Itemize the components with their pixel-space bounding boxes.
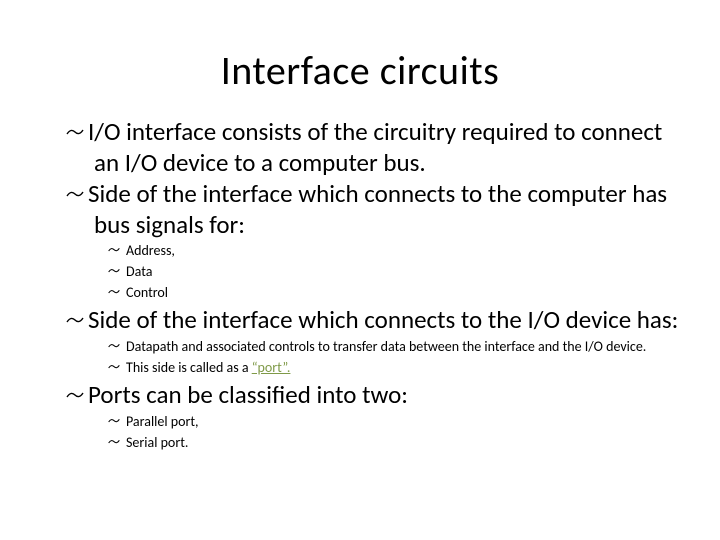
bullet-glyph-icon (108, 412, 126, 431)
bullet-level2: Parallel port, (40, 412, 680, 432)
bullet-glyph-icon (66, 306, 88, 336)
bullet-level1: Ports can be classified into two: (40, 380, 680, 411)
bullet-level1: Side of the interface which connects to … (40, 179, 680, 239)
port-term: “port”. (252, 359, 291, 376)
bullet-level2: Datapath and associated controls to tran… (40, 337, 680, 357)
slide: Interface circuits I/O interface consist… (0, 0, 720, 540)
bullet-level2: Serial port. (40, 433, 680, 453)
bullet-text: Side of the interface which connects to … (88, 304, 678, 335)
bullet-level2: Control (40, 283, 680, 303)
bullet-glyph-icon (108, 433, 126, 452)
bullet-glyph-icon (108, 262, 126, 281)
bullet-glyph-icon (108, 337, 126, 356)
bullet-level2: Data (40, 262, 680, 282)
bullet-level2: This side is called as a “port”. (40, 358, 680, 378)
bullet-text: Address, (126, 242, 175, 259)
bullet-glyph-icon (66, 381, 88, 411)
bullet-glyph-icon (66, 118, 88, 148)
bullet-text: Datapath and associated controls to tran… (126, 338, 646, 355)
bullet-text: Parallel port, (126, 413, 199, 430)
bullet-glyph-icon (108, 283, 126, 302)
bullet-text: Serial port. (126, 434, 188, 451)
bullet-text: Control (126, 284, 168, 301)
bullet-text-pre: This side is called as a (126, 359, 252, 376)
bullet-glyph-icon (108, 358, 126, 377)
bullet-glyph-icon (66, 180, 88, 210)
bullet-glyph-icon (108, 241, 126, 260)
bullet-text: Data (126, 263, 152, 280)
bullet-level2: Address, (40, 241, 680, 261)
bullet-level1: I/O interface consists of the circuitry … (40, 117, 680, 177)
bullet-text: Side of the interface which connects to … (88, 178, 667, 240)
bullet-text: I/O interface consists of the circuitry … (88, 116, 662, 178)
bullet-level1: Side of the interface which connects to … (40, 305, 680, 336)
slide-title: Interface circuits (40, 46, 680, 95)
bullet-text: Ports can be classified into two: (88, 379, 408, 410)
